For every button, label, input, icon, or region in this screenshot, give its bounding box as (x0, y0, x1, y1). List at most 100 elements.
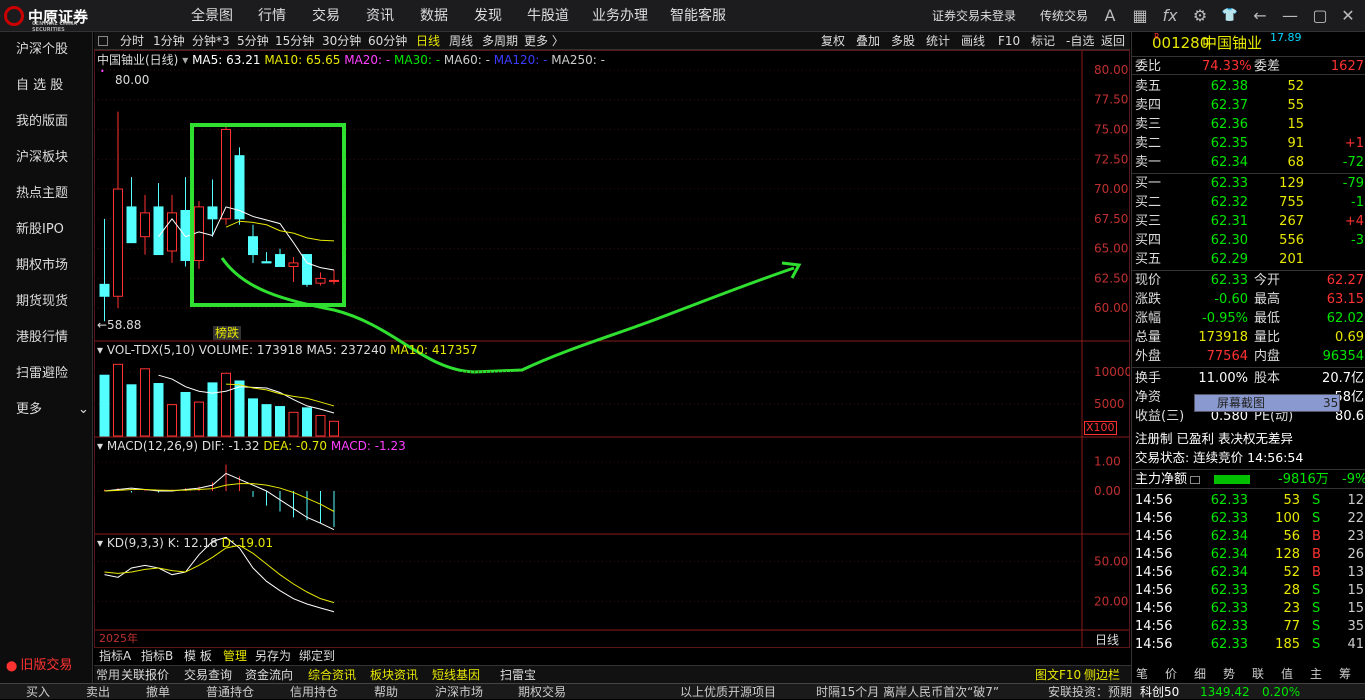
trade-login-status[interactable]: 证券交易未登录 (932, 0, 1016, 32)
main-flow-icon[interactable] (1190, 476, 1200, 484)
tool-f10[interactable]: F10 (998, 32, 1020, 50)
sidebar-item-options[interactable]: 期权市场 (0, 248, 93, 284)
tab-more[interactable]: 更多 〉 (524, 32, 564, 50)
tick-price: 62.33 (1210, 619, 1248, 634)
sidebar-item-sectors[interactable]: 沪深板块 (0, 140, 93, 176)
grid-icon[interactable]: ▦ (1130, 6, 1150, 26)
tab-indicator-a[interactable]: 指标A (99, 648, 131, 665)
sidebar-item-hushen-stocks[interactable]: 沪深个股 (0, 32, 93, 68)
tool-overlay[interactable]: 叠加 (856, 32, 880, 50)
menu-zhinengkefu[interactable]: 智能客服 (670, 0, 726, 32)
tool-multi-stock[interactable]: 多股 (891, 32, 915, 50)
sidebar-item-more[interactable]: 更多 ⌄ (0, 392, 93, 428)
tool-stats[interactable]: 统计 (926, 32, 950, 50)
sidebar-item-ipo[interactable]: 新股IPO (0, 212, 93, 248)
news-ticker-1[interactable]: 以上优质开源项目 (680, 684, 776, 700)
macd-settings-icon[interactable]: ▾ (97, 439, 103, 453)
tab-multi-period[interactable]: 多周期 (482, 32, 518, 50)
sidebar-item-risk-scan[interactable]: 扫雷避险 (0, 356, 93, 392)
right-tab[interactable]: 笔 (1136, 665, 1148, 683)
right-tab[interactable]: 细 (1194, 665, 1206, 683)
tab-fund-flow[interactable]: 资金流向 (245, 666, 293, 684)
status-credit-position[interactable]: 信用持仓 (290, 684, 338, 700)
menu-faxian[interactable]: 发现 (474, 0, 502, 32)
tab-15min[interactable]: 15分钟 (275, 32, 314, 50)
sidebar-item-hk[interactable]: 港股行情 (0, 320, 93, 356)
tab-5min[interactable]: 5分钟 (237, 32, 269, 50)
ma-settings-icon[interactable]: ▾ (182, 53, 188, 67)
tool-draw[interactable]: 画线 (961, 32, 985, 50)
tab-60min[interactable]: 60分钟 (368, 32, 407, 50)
tab-sidebar[interactable]: 侧边栏 (1084, 666, 1120, 684)
tab-trade-query[interactable]: 交易查询 (184, 666, 232, 684)
status-normal-position[interactable]: 普通持仓 (206, 684, 254, 700)
menu-niugudao[interactable]: 牛股道 (527, 0, 569, 32)
tab-30min[interactable]: 30分钟 (322, 32, 361, 50)
sidebar-item-hot-topics[interactable]: 热点主题 (0, 176, 93, 212)
tool-mark[interactable]: 标记 (1031, 32, 1055, 50)
menu-zixun[interactable]: 资讯 (366, 0, 394, 32)
maximize-icon[interactable]: ▢ (1310, 6, 1330, 26)
kd-settings-icon[interactable]: ▾ (97, 536, 103, 550)
status-hushen-market[interactable]: 沪深市场 (435, 684, 483, 700)
right-tab[interactable]: 价 (1165, 665, 1177, 683)
back-icon[interactable]: ← (1250, 6, 1270, 26)
tab-risk-scan[interactable]: 扫雷宝 (500, 666, 536, 684)
tab-daily[interactable]: 日线 (416, 32, 440, 50)
sidebar-item-my-layout[interactable]: 我的版面 (0, 104, 93, 140)
news-ticker-3[interactable]: 安联投资：预期 (1048, 684, 1132, 700)
tab-weekly[interactable]: 周线 (449, 32, 473, 50)
status-cancel[interactable]: 撤单 (146, 684, 170, 700)
menu-jiaoyi[interactable]: 交易 (312, 0, 340, 32)
status-buy[interactable]: 买入 (26, 684, 50, 700)
classic-trade-link[interactable]: 传统交易 (1040, 0, 1088, 32)
tool-remove-watchlist[interactable]: -自选 (1066, 32, 1094, 50)
right-tab[interactable]: 筹 (1339, 665, 1351, 683)
minimize-icon[interactable]: — (1280, 6, 1300, 26)
tab-fenshi[interactable]: 分时 (120, 32, 144, 50)
news-ticker-2[interactable]: 时隔15个月 离岸人民币首次“破7” (816, 684, 999, 700)
vol-settings-icon[interactable]: ▾ (97, 343, 103, 357)
menu-yewubanli[interactable]: 业务办理 (592, 0, 648, 32)
tab-common[interactable]: 常用 (96, 666, 120, 684)
tab-save-as[interactable]: 另存为 (255, 648, 291, 665)
ask-volume: 15 (1287, 117, 1304, 132)
right-tab[interactable]: 联 (1252, 665, 1264, 683)
tab-sector-news[interactable]: 板块资讯 (370, 666, 418, 684)
tab-manage[interactable]: 管理 (223, 648, 247, 665)
tab-template[interactable]: 模 板 (184, 648, 212, 665)
close-icon[interactable]: ✕ (1338, 6, 1358, 26)
gear-icon[interactable]: ⚙ (1190, 6, 1210, 26)
status-help[interactable]: 帮助 (374, 684, 398, 700)
tab-3min[interactable]: 分钟*3 (192, 32, 230, 50)
tab-f10-graphic[interactable]: 图文F10 (1035, 666, 1081, 684)
tool-fuquan[interactable]: 复权 (821, 32, 845, 50)
stat-label: 内盘 (1254, 349, 1281, 364)
menu-hangqing[interactable]: 行情 (258, 0, 286, 32)
brand-mark-icon (4, 6, 24, 26)
ranking-badge[interactable]: 榜跌 (213, 326, 242, 340)
sidebar-item-futures[interactable]: 期货现货 (0, 284, 93, 320)
tab-indicator-b[interactable]: 指标B (141, 648, 173, 665)
menu-quanjingtu[interactable]: 全景图 (191, 0, 233, 32)
bid-label: 买四 (1135, 233, 1162, 248)
tab-bind-to[interactable]: 绑定到 (299, 648, 335, 665)
right-tab[interactable]: 主 (1310, 665, 1322, 683)
tab-related-quotes[interactable]: 关联报价 (121, 666, 169, 684)
status-sell[interactable]: 卖出 (86, 684, 110, 700)
index-name[interactable]: 科创50 (1140, 684, 1179, 700)
fx-icon[interactable]: fx (1160, 6, 1180, 26)
right-tab[interactable]: 值 (1281, 665, 1293, 683)
tab-news[interactable]: 综合资讯 (308, 666, 356, 684)
tab-1min[interactable]: 1分钟 (153, 32, 185, 50)
menu-shuju[interactable]: 数据 (420, 0, 448, 32)
tab-short-term-gene[interactable]: 短线基因 (432, 666, 480, 684)
sidebar-item-watchlist[interactable]: 自 选 股 (0, 68, 93, 104)
status-option-trade[interactable]: 期权交易 (518, 684, 566, 700)
right-tab[interactable]: 势 (1223, 665, 1235, 683)
legacy-trade-button[interactable]: ⬤ 旧版交易 (0, 648, 93, 684)
tool-back[interactable]: 返回 (1101, 32, 1125, 50)
bid-row: 买三 62.31 267 +4 (1132, 212, 1365, 231)
shirt-icon[interactable]: 👕 (1220, 6, 1240, 26)
text-size-icon[interactable]: A (1100, 6, 1120, 26)
